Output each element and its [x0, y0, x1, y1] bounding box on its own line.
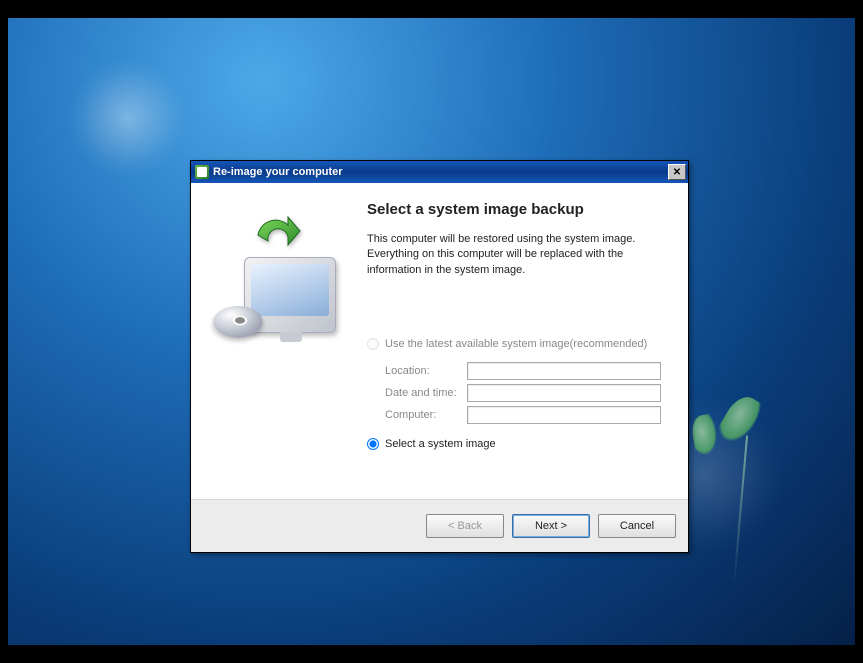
option-use-latest: Use the latest available system image(re…	[367, 338, 666, 350]
option-select-image-label: Select a system image	[385, 438, 496, 450]
option-use-latest-label: Use the latest available system image(re…	[385, 338, 647, 350]
titlebar[interactable]: Re-image your computer ✕	[191, 161, 688, 183]
restore-arrow-icon	[250, 215, 302, 267]
back-button: < Back	[426, 514, 504, 538]
field-computer-row: Computer:	[385, 406, 666, 424]
radio-select-image[interactable]	[367, 438, 379, 450]
field-computer-value	[467, 406, 661, 424]
field-datetime-row: Date and time:	[385, 384, 666, 402]
field-computer-label: Computer:	[385, 409, 467, 421]
field-location-label: Location:	[385, 365, 467, 377]
latest-image-details: Location: Date and time: Computer:	[385, 362, 666, 424]
window-title: Re-image your computer	[213, 166, 668, 178]
reimage-dialog: Re-image your computer ✕	[190, 160, 689, 553]
button-bar: < Back Next > Cancel	[191, 499, 688, 552]
left-pane	[191, 183, 367, 499]
field-location-row: Location:	[385, 362, 666, 380]
desktop-background: Re-image your computer ✕	[8, 18, 855, 645]
dialog-body: Select a system image backup This comput…	[191, 183, 688, 499]
background-stem	[733, 435, 748, 585]
option-select-image[interactable]: Select a system image	[367, 438, 666, 450]
field-location-value	[467, 362, 661, 380]
field-datetime-label: Date and time:	[385, 387, 467, 399]
app-icon	[195, 165, 209, 179]
field-datetime-value	[467, 384, 661, 402]
background-glow	[68, 58, 188, 178]
radio-use-latest	[367, 338, 379, 350]
background-leaf	[690, 413, 721, 457]
close-button[interactable]: ✕	[668, 164, 686, 180]
restore-graphic	[214, 215, 344, 345]
next-button[interactable]: Next >	[512, 514, 590, 538]
close-icon: ✕	[673, 167, 681, 178]
page-heading: Select a system image backup	[367, 201, 666, 218]
page-description: This computer will be restored using the…	[367, 232, 652, 278]
background-leaf	[715, 391, 766, 449]
right-pane: Select a system image backup This comput…	[367, 183, 688, 499]
cancel-button[interactable]: Cancel	[598, 514, 676, 538]
